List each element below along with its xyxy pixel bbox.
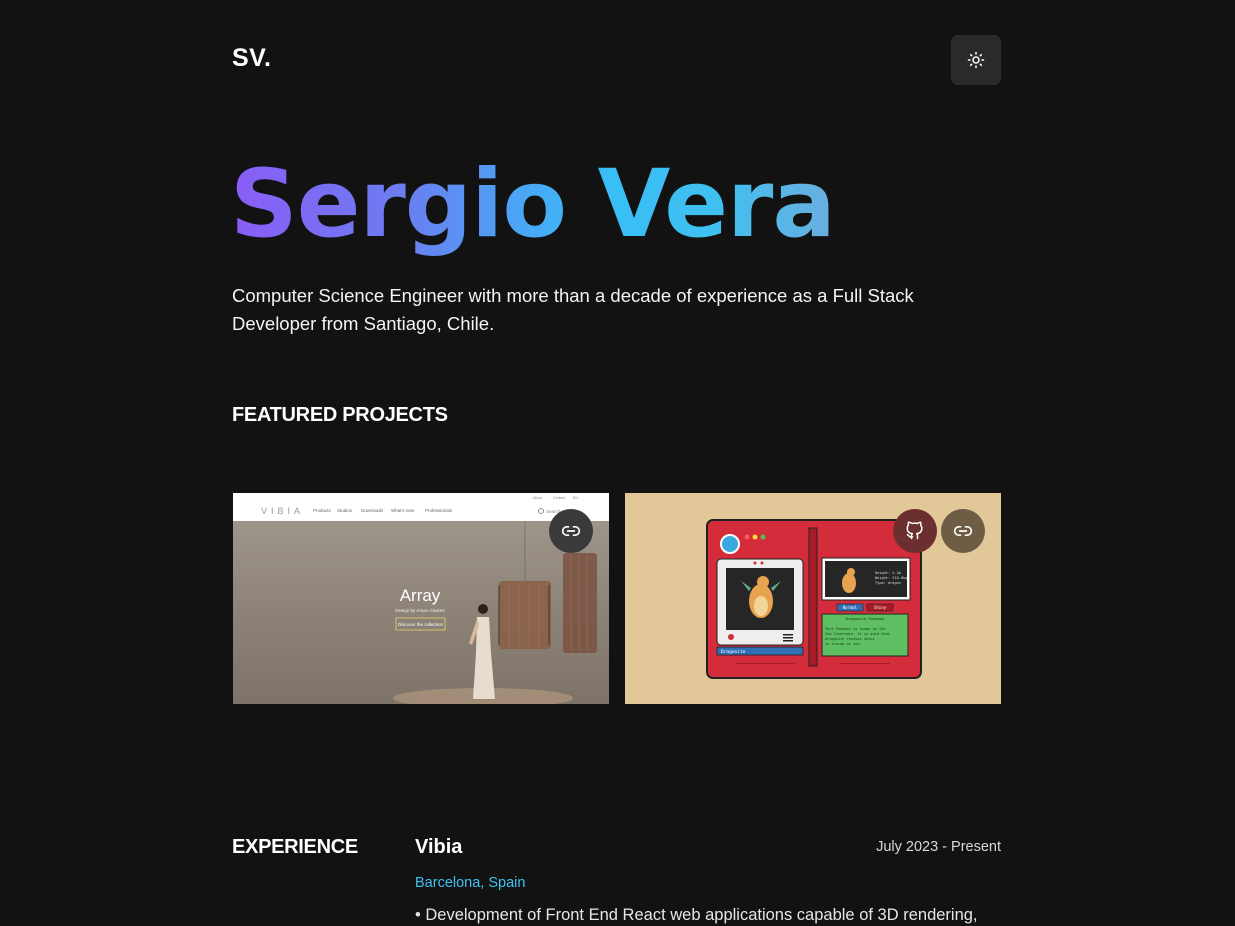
- project-github-button[interactable]: [893, 509, 937, 553]
- vibia-brand: VIBIA: [261, 506, 304, 516]
- portfolio-page: SV. Sergio Vera Computer Science Enginee…: [0, 0, 1235, 926]
- experience-location: Barcelona, Spain: [415, 875, 526, 891]
- pokedex-description-title: Dragonite Pokemon: [846, 616, 885, 621]
- pokedex-entry-name: Dragonite: [721, 649, 746, 655]
- pokedex-description-line-4: in storms at sea.: [825, 642, 862, 646]
- project-card-vibia[interactable]: VIBIA Products Studios Downloads What's …: [233, 493, 609, 704]
- vibia-nav-professionals: Professionals: [425, 508, 453, 513]
- sun-icon: [967, 51, 985, 69]
- vibia-nav-downloads: Downloads: [361, 508, 384, 513]
- featured-projects-title: FEATURED PROJECTS: [232, 404, 448, 426]
- vibia-top-about: About: [533, 496, 542, 500]
- vibia-heading: Array: [400, 586, 441, 605]
- link-icon: [953, 526, 973, 536]
- hero-description: Computer Science Engineer with more than…: [232, 285, 914, 334]
- project-link-button[interactable]: [549, 509, 593, 553]
- experience-date: July 2023 - Present: [876, 839, 1001, 855]
- vibia-nav-whats-new: What's new: [391, 508, 415, 513]
- pokedex-tab-shiny: Shiny: [874, 605, 887, 610]
- pokedex-description-line-2: Sea Incarnate. It is said that: [825, 632, 890, 636]
- experience-company: Vibia: [415, 836, 463, 858]
- hero-name: Sergio Vera: [230, 150, 836, 259]
- vibia-top-lang: EN: [573, 496, 578, 500]
- pokedex-info-type: Type: dragon: [875, 581, 901, 585]
- theme-toggle-button[interactable]: [951, 35, 1001, 85]
- pokedex-description-line-3: Dragonite rescues ships: [825, 637, 875, 641]
- pokedex-info-height: Height: 2.2m: [875, 571, 901, 575]
- experience-bullet: • Development of Front End React web app…: [415, 906, 978, 924]
- project-card-pokedex[interactable]: Dragonite Height: 2.2m Weight: 210.0kg T…: [625, 493, 1001, 704]
- site-logo[interactable]: SV.: [232, 44, 272, 73]
- vibia-nav-products: Products: [313, 508, 332, 513]
- pokedex-tab-normal: Normal: [843, 605, 858, 610]
- experience-title: EXPERIENCE: [232, 836, 358, 858]
- project-link-button[interactable]: [941, 509, 985, 553]
- vibia-subheading: Design by Arturo Álvarez: [395, 607, 445, 613]
- vibia-cta: Discover the collection: [398, 622, 444, 627]
- pokedex-info-weight: Weight: 210.0kg: [875, 576, 907, 580]
- vibia-top-contact: Contact: [553, 496, 565, 500]
- pokedex-description-line-1: This Pokemon is known as the: [825, 627, 886, 631]
- github-icon: [906, 521, 923, 540]
- link-icon: [561, 526, 581, 536]
- vibia-nav-studios: Studios: [337, 508, 353, 513]
